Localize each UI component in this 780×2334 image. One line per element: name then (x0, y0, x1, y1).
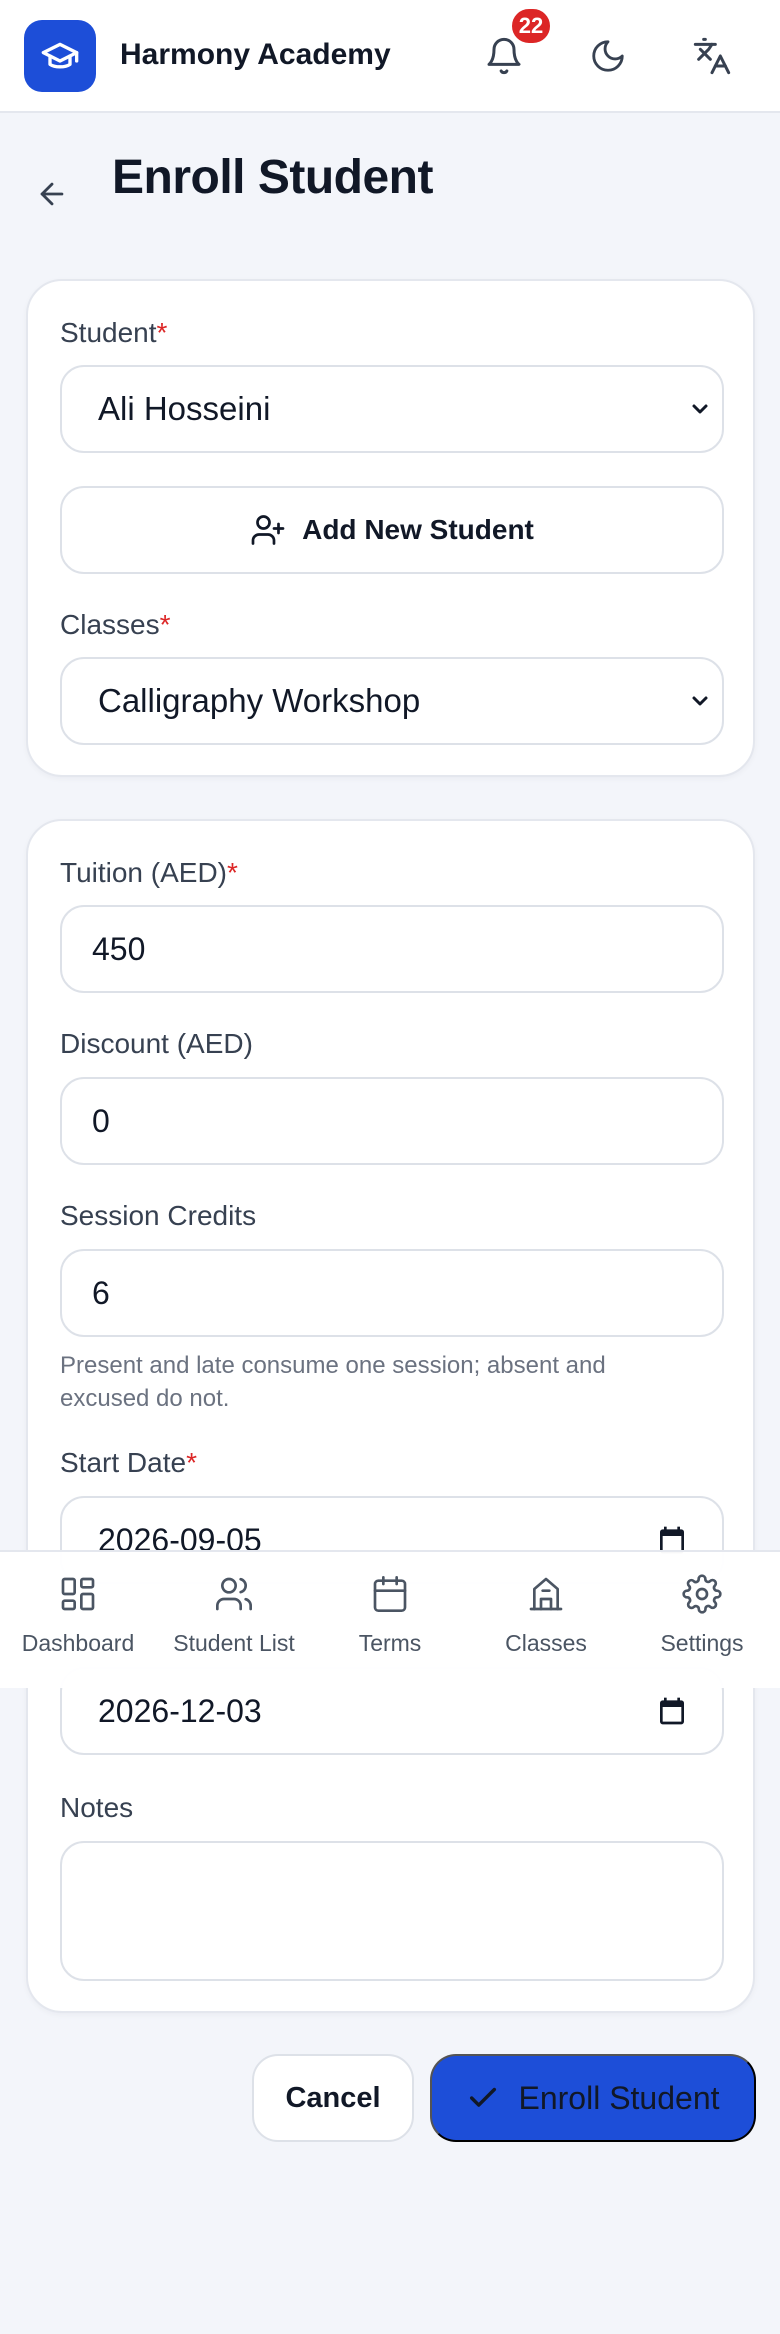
bottom-navigation: Dashboard Student List Terms Classes Set… (0, 1550, 780, 1688)
session-credits-help: Present and late consume one session; ab… (60, 1352, 606, 1412)
users-icon (216, 1577, 253, 1611)
calendar-icon (373, 1576, 407, 1612)
student-select-value: Ali Hosseini (98, 390, 271, 427)
student-label: Student* (60, 317, 168, 348)
classes-select[interactable]: Calligraphy Workshop (60, 657, 724, 745)
nav-item-classes[interactable]: Classes (468, 1552, 624, 1690)
session-credits-label: Session Credits (60, 1200, 257, 1231)
nav-label-dashboard: Dashboard (21, 1630, 135, 1656)
translate-icon (693, 37, 731, 75)
nav-item-terms[interactable]: Terms (312, 1552, 468, 1690)
add-new-student-button[interactable]: Add New Student (60, 486, 724, 574)
user-plus-icon (251, 515, 285, 545)
enrollment-details-card: Tuition (AED)* 450 Discount (AED) 0 Sess… (26, 819, 755, 2013)
building-icon (529, 1577, 563, 1611)
gear-icon (682, 1574, 722, 1614)
chevron-down-icon (692, 404, 708, 414)
calendar-icon[interactable] (656, 1695, 688, 1727)
chevron-down-icon (692, 696, 708, 706)
tuition-label: Tuition (AED)* (60, 857, 238, 888)
app-title: Harmony Academy (120, 38, 391, 71)
discount-label: Discount (AED) (60, 1028, 253, 1059)
nav-label-classes: Classes (505, 1630, 587, 1656)
arrow-left-icon (40, 182, 64, 206)
student-class-card: Student* Ali Hosseini Add New Student Cl… (26, 279, 755, 777)
student-select[interactable]: Ali Hosseini (60, 365, 724, 453)
page-title: Enroll Student (112, 151, 433, 204)
cancel-button[interactable]: Cancel (252, 2054, 414, 2142)
nav-label-terms: Terms (358, 1630, 422, 1656)
notification-badge: 22 (509, 6, 553, 46)
nav-label-settings: Settings (660, 1630, 744, 1656)
tuition-input[interactable]: 450 (60, 905, 724, 993)
back-button[interactable] (30, 172, 74, 216)
classes-label: Classes* (60, 609, 171, 640)
graduation-cap-icon (41, 42, 79, 69)
classes-select-value: Calligraphy Workshop (98, 682, 421, 719)
enroll-student-button[interactable]: Enroll Student (430, 2054, 756, 2142)
moon-icon (592, 40, 624, 72)
nav-item-student-list[interactable]: Student List (156, 1552, 312, 1690)
nav-item-dashboard[interactable]: Dashboard (0, 1552, 156, 1690)
language-button[interactable] (684, 28, 740, 84)
check-icon (470, 2087, 497, 2107)
top-bar: Harmony Academy 22 (0, 0, 780, 113)
discount-input[interactable]: 0 (60, 1077, 724, 1165)
nav-item-settings[interactable]: Settings (624, 1552, 780, 1690)
academy-logo[interactable] (24, 20, 96, 92)
enroll-student-label: Enroll Student (518, 2079, 720, 2116)
notes-label: Notes (60, 1792, 134, 1823)
dashboard-icon (61, 1577, 95, 1611)
notes-textarea[interactable] (60, 1841, 724, 1981)
start-date-label: Start Date* (60, 1447, 197, 1478)
end-date-value: 2026-12-03 (98, 1692, 262, 1729)
add-new-student-label: Add New Student (302, 514, 534, 545)
theme-toggle-button[interactable] (580, 28, 636, 84)
session-credits-input[interactable]: 6 (60, 1249, 724, 1337)
nav-label-student-list: Student List (173, 1630, 295, 1656)
